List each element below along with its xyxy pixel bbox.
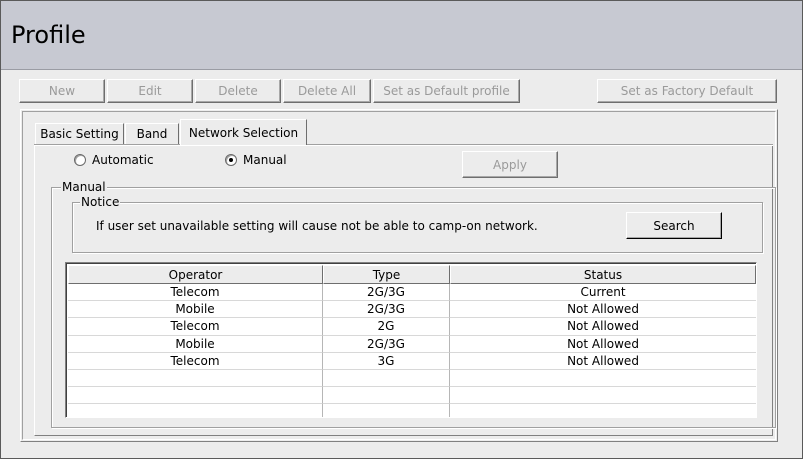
table-row[interactable]: Telecom 2G/3G Current <box>68 284 756 302</box>
table-row[interactable]: Mobile 2G/3G Not Allowed <box>68 301 756 319</box>
automatic-radio-icon[interactable] <box>74 154 86 166</box>
status-cell: Current <box>450 284 756 302</box>
status-cell <box>450 370 756 388</box>
type-cell <box>323 404 450 417</box>
type-cell: 2G/3G <box>323 335 450 353</box>
column-header-type[interactable]: Type <box>323 265 450 284</box>
notice-group-label: Notice <box>80 195 121 209</box>
type-cell <box>323 387 450 405</box>
table-header: Operator Type Status <box>68 265 756 284</box>
notice-text: If user set unavailable setting will cau… <box>96 219 538 233</box>
type-cell: 2G/3G <box>323 301 450 319</box>
new-button[interactable]: New <box>19 79 105 103</box>
type-cell: 2G/3G <box>323 284 450 302</box>
status-cell: Not Allowed <box>450 301 756 319</box>
status-cell: Not Allowed <box>450 336 756 353</box>
column-header-status[interactable]: Status <box>450 265 756 284</box>
status-cell: Not Allowed <box>450 318 756 336</box>
type-cell <box>323 369 450 388</box>
operator-cell <box>68 387 323 405</box>
tab-band[interactable]: Band <box>125 123 179 145</box>
manual-radio-option[interactable]: Manual <box>225 153 287 167</box>
operator-cell: Mobile <box>68 335 323 353</box>
tab-network-selection[interactable]: Network Selection <box>180 119 307 145</box>
operator-cell <box>68 369 323 388</box>
column-header-operator[interactable]: Operator <box>68 265 323 284</box>
set-factory-default-button[interactable]: Set as Factory Default <box>597 79 777 103</box>
automatic-radio-label: Automatic <box>92 153 154 167</box>
window-title: Profile <box>11 21 86 49</box>
operator-table[interactable]: Operator Type Status Telecom 2G/3G Curre… <box>65 262 757 418</box>
operator-cell <box>68 404 323 417</box>
tab-basic-setting[interactable]: Basic Setting <box>35 123 124 145</box>
table-body: Telecom 2G/3G Current Mobile 2G/3G Not A… <box>68 284 756 417</box>
status-cell <box>450 387 756 405</box>
delete-all-button[interactable]: Delete All <box>283 79 371 103</box>
manual-radio-label: Manual <box>243 153 287 167</box>
manual-radio-icon[interactable] <box>225 154 237 166</box>
profile-window: Profile New Edit Delete Delete All Set a… <box>0 0 803 459</box>
operator-cell: Telecom <box>68 352 323 370</box>
type-cell: 3G <box>323 352 450 370</box>
edit-button[interactable]: Edit <box>107 79 193 103</box>
table-row-empty <box>68 387 756 405</box>
operator-cell: Telecom <box>68 318 323 336</box>
status-cell <box>450 404 756 417</box>
table-row-empty <box>68 369 756 388</box>
table-row[interactable]: Mobile 2G/3G Not Allowed <box>68 335 756 353</box>
operator-cell: Mobile <box>68 301 323 319</box>
delete-button[interactable]: Delete <box>195 79 281 103</box>
status-cell: Not Allowed <box>450 353 756 370</box>
set-default-profile-button[interactable]: Set as Default profile <box>373 79 520 103</box>
automatic-radio-option[interactable]: Automatic <box>74 153 154 167</box>
table-row[interactable]: Telecom 2G Not Allowed <box>68 318 756 336</box>
manual-group-label: Manual <box>61 180 107 194</box>
table-row-empty <box>68 404 756 417</box>
operator-cell: Telecom <box>68 284 323 302</box>
search-button[interactable]: Search <box>626 212 722 239</box>
type-cell: 2G <box>323 318 450 336</box>
table-row[interactable]: Telecom 3G Not Allowed <box>68 352 756 370</box>
apply-button[interactable]: Apply <box>462 151 558 178</box>
title-bar: Profile <box>1 1 802 70</box>
